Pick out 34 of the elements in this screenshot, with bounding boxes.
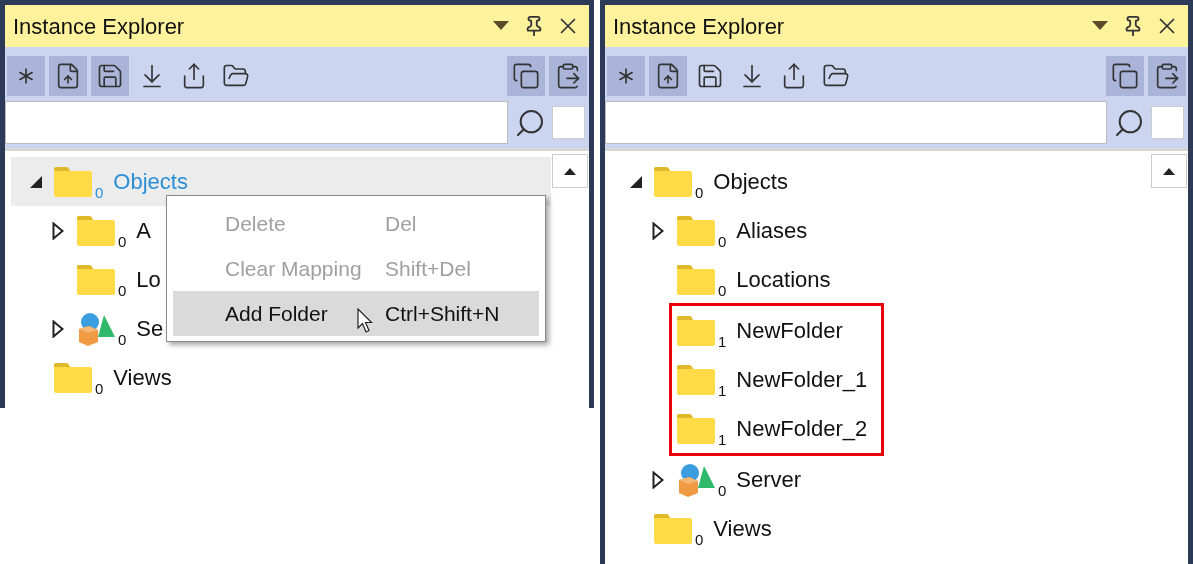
item-label: Server <box>736 466 803 494</box>
item-count: 0 <box>118 332 127 347</box>
item-count: 0 <box>95 381 104 396</box>
item-count: 1 <box>718 383 727 398</box>
shortcut-text: Ctrl+Shift+N <box>385 300 500 327</box>
item-count: 1 <box>718 432 727 447</box>
item-label: Lo <box>136 266 162 294</box>
panel-title: Instance Explorer <box>13 12 186 41</box>
item-count: 0 <box>718 483 727 498</box>
item-label: Objects <box>713 168 789 196</box>
shortcut-text: Shift+Del <box>385 255 471 282</box>
shortcut-text: Del <box>385 210 417 237</box>
panel-title: Instance Explorer <box>613 12 786 41</box>
menu-item-label: Delete <box>225 210 286 237</box>
item-label: Views <box>113 364 173 392</box>
item-count: 1 <box>718 334 727 349</box>
item-count: 0 <box>118 234 127 249</box>
item-count: 0 <box>718 283 727 298</box>
item-count: 0 <box>695 185 704 200</box>
item-label: Views <box>713 515 773 543</box>
item-count: 0 <box>118 283 127 298</box>
item-count: 0 <box>95 185 104 200</box>
item-count: 0 <box>718 234 727 249</box>
item-label: NewFolder_2 <box>736 415 869 443</box>
item-label: NewFolder_1 <box>736 366 869 394</box>
menu-item-label: Add Folder <box>225 300 328 327</box>
item-label: NewFolder <box>736 317 844 345</box>
menu-item-label: Clear Mapping <box>225 255 362 282</box>
item-label: Locations <box>736 266 832 294</box>
item-label: Aliases <box>736 217 809 245</box>
item-count: 0 <box>695 532 704 547</box>
item-label: Se <box>136 315 165 343</box>
item-label: A <box>136 217 153 245</box>
item-label: Objects <box>113 168 189 196</box>
